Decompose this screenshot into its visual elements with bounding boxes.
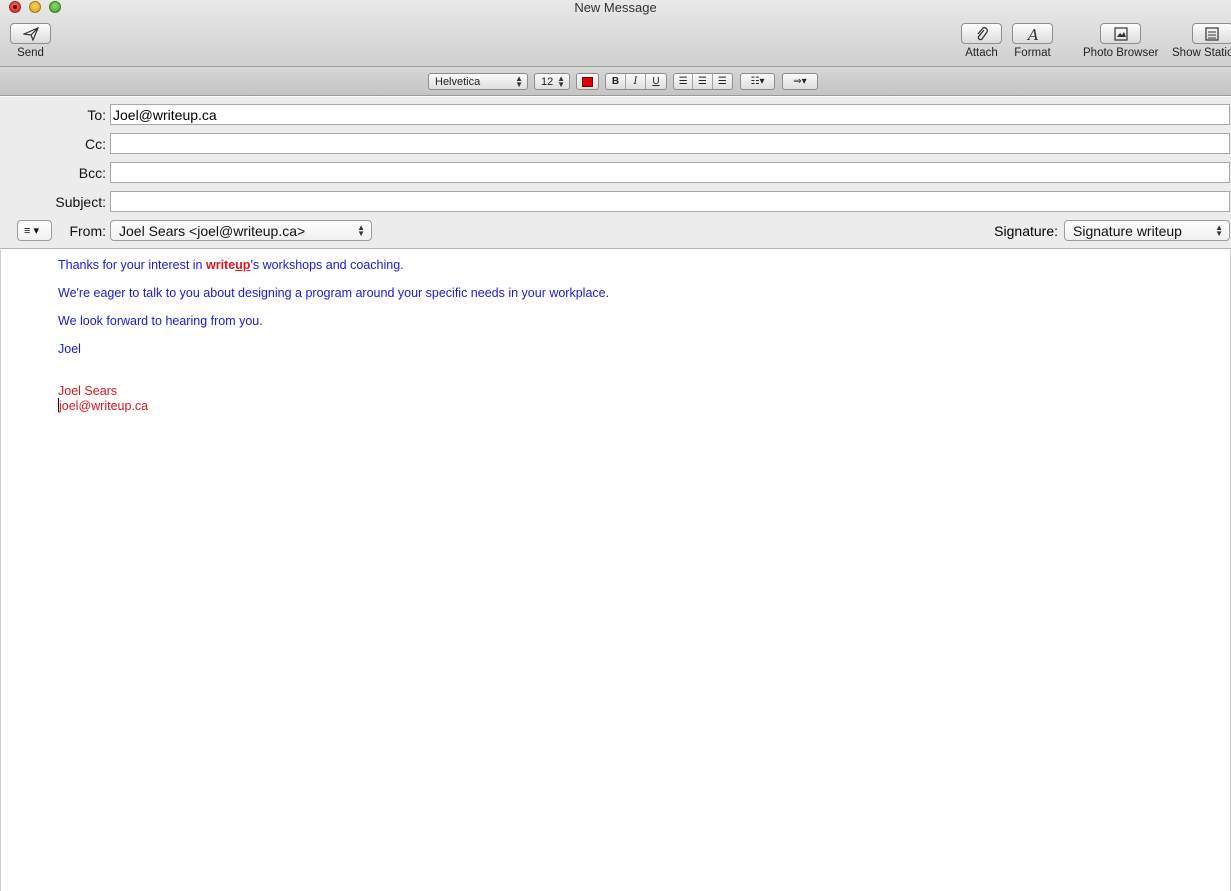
font-family-value: Helvetica — [435, 75, 481, 88]
body-paragraph: We're eager to talk to you about designi… — [58, 286, 610, 300]
body-paragraph: Thanks for your interest in writeup's wo… — [58, 258, 404, 272]
signature-name: Joel Sears — [58, 384, 118, 398]
show-stationery-button-label: Show Stationery — [1172, 47, 1231, 59]
updown-arrows-icon: ▲ ▼ — [557, 73, 565, 89]
style-segmented-control: B I U — [605, 73, 667, 90]
underline-button[interactable]: U — [646, 74, 666, 89]
signature-select[interactable]: Signature writeup ▲ ▼ — [1064, 220, 1230, 241]
photo-browser-button-label: Photo Browser — [1083, 47, 1159, 59]
indent-button[interactable]: ⇒▾ — [782, 73, 818, 90]
paperclip-icon — [977, 26, 988, 40]
bulleted-list-icon: ☷▾ — [750, 76, 765, 87]
color-swatch-icon — [582, 76, 593, 87]
font-letter-icon: A — [1026, 26, 1039, 42]
send-button[interactable]: Send — [10, 23, 51, 59]
updown-arrows-icon: ▲ ▼ — [1215, 222, 1223, 238]
bold-button[interactable]: B — [606, 74, 626, 89]
to-field[interactable] — [110, 104, 1230, 125]
to-label: To: — [87, 107, 106, 123]
message-body[interactable]: Thanks for your interest in writeup's wo… — [0, 250, 1231, 891]
paper-plane-icon — [22, 26, 39, 42]
body-text: 's workshops and coaching. — [250, 258, 404, 272]
cc-field[interactable] — [110, 133, 1230, 154]
align-center-icon: ☰ — [698, 76, 707, 87]
font-family-select[interactable]: Helvetica ▲ ▼ — [428, 73, 528, 90]
format-button[interactable]: A Format — [1012, 23, 1053, 59]
cc-label: Cc: — [85, 136, 106, 152]
align-left-button[interactable]: ☰ — [674, 74, 694, 89]
from-select[interactable]: Joel Sears <joel@writeup.ca> ▲ ▼ — [110, 220, 372, 241]
brand-name: writeup — [206, 258, 250, 272]
attach-button[interactable]: Attach — [961, 23, 1002, 59]
subject-field[interactable] — [110, 191, 1230, 212]
send-button-label: Send — [17, 47, 44, 59]
window-toolbar: New Message Send Attach A Format Photo B… — [0, 0, 1231, 67]
message-header: To: Cc: Bcc: Subject: ≡ ▾ From: Joel Sea… — [0, 97, 1231, 249]
indent-arrow-icon: ⇒▾ — [793, 76, 807, 87]
signature-email: joel@writeup.ca — [59, 399, 149, 413]
signature-value: Signature writeup — [1073, 222, 1182, 239]
show-stationery-button[interactable]: Show Stationery — [1172, 23, 1231, 59]
window-title: New Message — [574, 0, 657, 15]
subject-label: Subject: — [55, 194, 106, 210]
svg-text:A: A — [1026, 26, 1039, 42]
updown-arrows-icon: ▲ ▼ — [357, 222, 365, 238]
body-closing: Joel — [58, 342, 81, 356]
italic-button[interactable]: I — [626, 74, 646, 89]
align-center-button[interactable]: ☰ — [693, 74, 713, 89]
attach-button-label: Attach — [965, 47, 998, 59]
format-bar: Helvetica ▲ ▼ 12 ▲ ▼ B I U ☰ ☰ ☰ ☷▾ ⇒▾ — [0, 67, 1231, 96]
body-text: Thanks for your interest in — [58, 258, 206, 272]
stationery-icon — [1205, 26, 1219, 41]
signature-email-line: joel@writeup.ca — [58, 398, 148, 413]
format-button-label: Format — [1014, 47, 1051, 59]
list-style-button[interactable]: ☷▾ — [740, 73, 775, 90]
from-label: From: — [69, 223, 106, 239]
from-value: Joel Sears <joel@writeup.ca> — [119, 222, 306, 239]
photo-icon — [1114, 26, 1128, 41]
align-left-icon: ☰ — [678, 76, 688, 87]
font-size-value: 12 — [541, 75, 554, 88]
updown-arrows-icon: ▲ ▼ — [515, 73, 523, 89]
bcc-label: Bcc: — [78, 165, 106, 181]
bcc-field[interactable] — [110, 162, 1230, 183]
text-color-button[interactable] — [576, 73, 599, 90]
brand-part-write: write — [205, 258, 236, 272]
align-right-button[interactable]: ☰ — [713, 74, 732, 89]
body-paragraph: We look forward to hearing from you. — [58, 314, 263, 328]
signature-label: Signature: — [994, 223, 1058, 239]
font-size-select[interactable]: 12 ▲ ▼ — [534, 73, 570, 90]
alignment-segmented-control: ☰ ☰ ☰ — [673, 73, 733, 90]
photo-browser-button[interactable]: Photo Browser — [1083, 23, 1158, 59]
brand-part-up: up — [235, 258, 251, 272]
align-right-icon: ☰ — [717, 76, 727, 87]
